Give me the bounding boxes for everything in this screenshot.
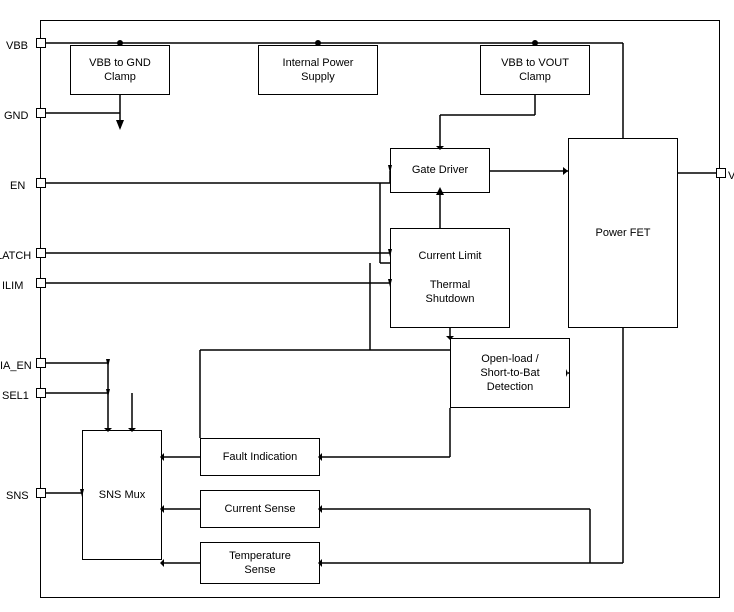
pin-sel1-square bbox=[36, 388, 46, 398]
vbb-vout-clamp-block: VBB to VOUT Clamp bbox=[480, 45, 590, 95]
pin-gnd-label: GND bbox=[4, 110, 28, 122]
current-sense-block: Current Sense bbox=[200, 490, 320, 528]
pin-vout-label: VOUT bbox=[728, 170, 734, 182]
power-fet-label: Power FET bbox=[595, 226, 650, 240]
pin-vbb-label: VBB bbox=[6, 40, 28, 52]
fault-indication-label: Fault Indication bbox=[223, 450, 298, 464]
open-load-block: Open-load / Short-to-Bat Detection bbox=[450, 338, 570, 408]
pin-dia-en-label: DIA_EN bbox=[0, 360, 32, 372]
temperature-sense-label: Temperature Sense bbox=[229, 549, 291, 578]
gate-driver-label: Gate Driver bbox=[412, 163, 468, 177]
internal-power-block: Internal Power Supply bbox=[258, 45, 378, 95]
current-limit-thermal-label: Current Limit Thermal Shutdown bbox=[419, 249, 482, 306]
current-limit-thermal-block: Current Limit Thermal Shutdown bbox=[390, 228, 510, 328]
pin-sns-label: SNS bbox=[6, 490, 29, 502]
pin-gnd-square bbox=[36, 108, 46, 118]
pin-vbb-square bbox=[36, 38, 46, 48]
internal-power-label: Internal Power Supply bbox=[283, 56, 354, 85]
pin-vout-square bbox=[716, 168, 726, 178]
sns-mux-block: SNS Mux bbox=[82, 430, 162, 560]
pin-sns-square bbox=[36, 488, 46, 498]
power-fet-block: Power FET bbox=[568, 138, 678, 328]
fault-indication-block: Fault Indication bbox=[200, 438, 320, 476]
vbb-vout-clamp-label: VBB to VOUT Clamp bbox=[501, 56, 569, 85]
diagram-container: VBB GND EN LATCH ILIM DIA_EN SEL1 SNS VO… bbox=[0, 0, 734, 612]
temperature-sense-block: Temperature Sense bbox=[200, 542, 320, 584]
vbb-gnd-clamp-block: VBB to GND Clamp bbox=[70, 45, 170, 95]
pin-en-label: EN bbox=[10, 180, 25, 192]
pin-en-square bbox=[36, 178, 46, 188]
pin-dia-en-square bbox=[36, 358, 46, 368]
vbb-gnd-clamp-label: VBB to GND Clamp bbox=[89, 56, 151, 85]
pin-sel1-label: SEL1 bbox=[2, 390, 29, 402]
sns-mux-label: SNS Mux bbox=[99, 488, 145, 502]
gate-driver-block: Gate Driver bbox=[390, 148, 490, 193]
pin-latch-square bbox=[36, 248, 46, 258]
pin-latch-label: LATCH bbox=[0, 250, 31, 262]
current-sense-label: Current Sense bbox=[225, 502, 296, 516]
pin-ilim-label: ILIM bbox=[2, 280, 23, 292]
pin-ilim-square bbox=[36, 278, 46, 288]
open-load-label: Open-load / Short-to-Bat Detection bbox=[480, 352, 539, 395]
